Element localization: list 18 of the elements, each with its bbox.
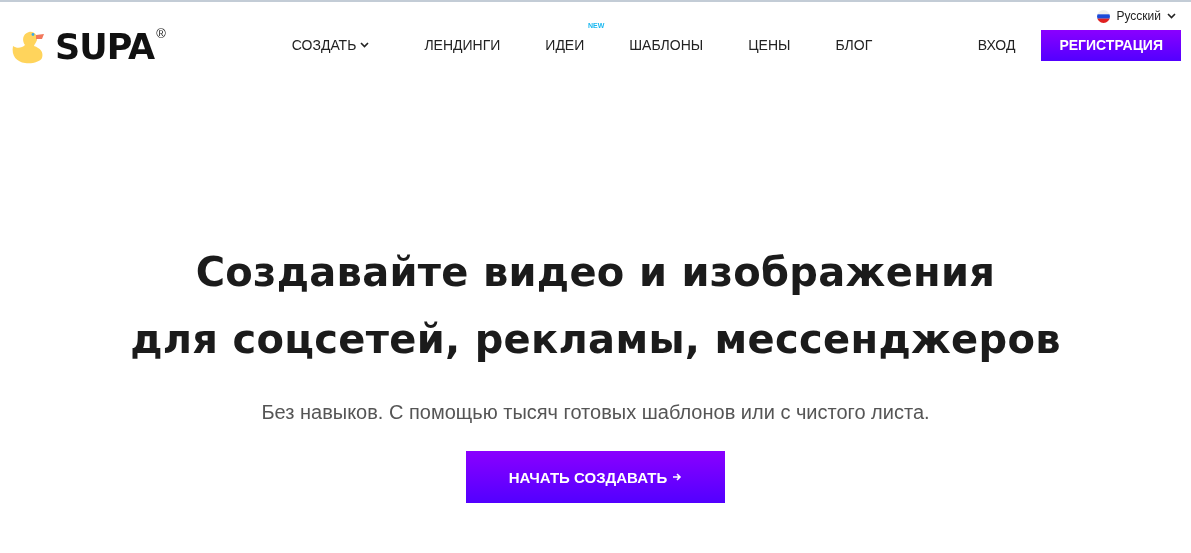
hero-title-line: Создавайте видео и изображения xyxy=(194,248,997,297)
chevron-down-icon xyxy=(360,42,370,48)
arrow-right-icon xyxy=(673,473,683,481)
nav-link[interactable]: ШАБЛОНЫ xyxy=(629,37,704,53)
registered-mark: ® xyxy=(156,25,166,41)
flag-icon xyxy=(1097,9,1111,23)
chevron-down-icon xyxy=(1167,13,1176,19)
hero-title-line: для соцсетей, рекламы, мессенджеров xyxy=(130,315,1061,364)
nav-link[interactable]: ЛЕНДИНГИ xyxy=(424,37,501,53)
logo-wordmark: SUPA xyxy=(55,29,155,65)
language-selector[interactable]: Русский xyxy=(1116,9,1161,23)
hero-subtitle: Без навыков. С помощью тысяч готовых шаблонов или с чистого листа. xyxy=(261,401,930,424)
start-creating-button[interactable]: НАЧАТЬ СОЗДАВАТЬ xyxy=(466,451,725,503)
nav-link[interactable]: СОЗДАТЬ xyxy=(291,37,370,53)
register-button[interactable]: РЕГИСТРАЦИЯ xyxy=(1041,29,1181,61)
nav-link[interactable]: ЦЕНЫ xyxy=(748,37,791,53)
nav-link[interactable]: БЛОГ xyxy=(835,37,873,53)
login-link[interactable]: ВХОД xyxy=(977,37,1016,53)
